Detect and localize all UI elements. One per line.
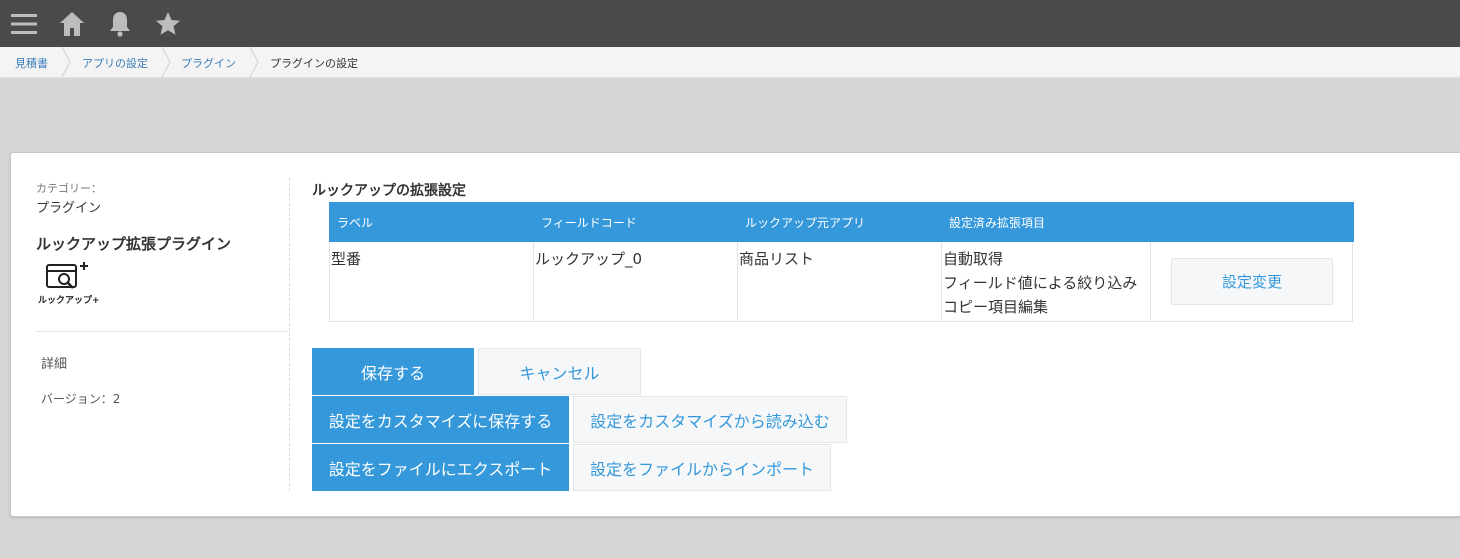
table-header: ラベル フィールドコード ルックアップ元アプリ 設定済み拡張項目 — [329, 202, 1354, 242]
plugin-logo-text: ルックアップ+ — [38, 296, 100, 306]
breadcrumb-item-app-settings[interactable]: アプリの設定 — [82, 55, 148, 71]
section-title: ルックアップの拡張設定 — [312, 183, 466, 199]
save-to-customize-button[interactable]: 設定をカスタマイズに保存する — [312, 396, 569, 443]
table-cell-divider — [737, 242, 738, 322]
sidebar-divider — [36, 331, 288, 332]
change-settings-button[interactable]: 設定変更 — [1171, 258, 1333, 305]
import-from-file-button[interactable]: 設定をファイルからインポート — [573, 444, 831, 491]
column-header-label: ラベル — [337, 216, 374, 230]
category-label: カテゴリー： — [36, 182, 102, 195]
version-label: バージョン：2 — [41, 392, 121, 406]
cell-label: 型番 — [331, 250, 362, 268]
plugin-name: ルックアップ拡張プラグイン — [36, 235, 232, 253]
sidebar-separator — [289, 178, 290, 491]
home-icon[interactable] — [57, 9, 87, 39]
load-from-customize-button[interactable]: 設定をカスタマイズから読み込む — [573, 396, 847, 443]
breadcrumb-chevron-icon — [160, 47, 172, 77]
column-header-field-code: フィールドコード — [541, 216, 637, 230]
breadcrumb: 見積書 アプリの設定 プラグイン プラグインの設定 — [0, 47, 1460, 78]
column-header-source-app: ルックアップ元アプリ — [745, 216, 866, 230]
table-cell-divider — [533, 242, 534, 322]
menu-icon[interactable] — [9, 9, 39, 39]
cell-extension-item: 自動取得 — [943, 250, 1004, 268]
cell-extension-item: コピー項目編集 — [943, 298, 1049, 316]
star-icon[interactable] — [153, 9, 183, 39]
bell-icon[interactable] — [105, 9, 135, 39]
table-cell-divider — [941, 242, 942, 322]
cell-extension-item: フィールド値による絞り込み — [943, 274, 1138, 292]
cancel-button[interactable]: キャンセル — [478, 348, 641, 395]
cell-field-code: ルックアップ_0 — [535, 250, 643, 268]
breadcrumb-current: プラグインの設定 — [270, 57, 358, 70]
breadcrumb-chevron-icon — [60, 47, 72, 77]
breadcrumb-item-plugin[interactable]: プラグイン — [181, 55, 236, 71]
breadcrumb-chevron-icon — [248, 47, 260, 77]
cell-source-app: 商品リスト — [739, 250, 815, 268]
breadcrumb-item-app[interactable]: 見積書 — [15, 55, 48, 71]
category-value: プラグイン — [36, 201, 102, 216]
table-cell-divider — [1150, 242, 1151, 322]
detail-label: 詳細 — [41, 357, 68, 372]
save-button[interactable]: 保存する — [312, 348, 474, 395]
top-header — [0, 0, 1460, 47]
export-to-file-button[interactable]: 設定をファイルにエクスポート — [312, 444, 569, 491]
column-header-extensions: 設定済み拡張項目 — [949, 216, 1046, 230]
